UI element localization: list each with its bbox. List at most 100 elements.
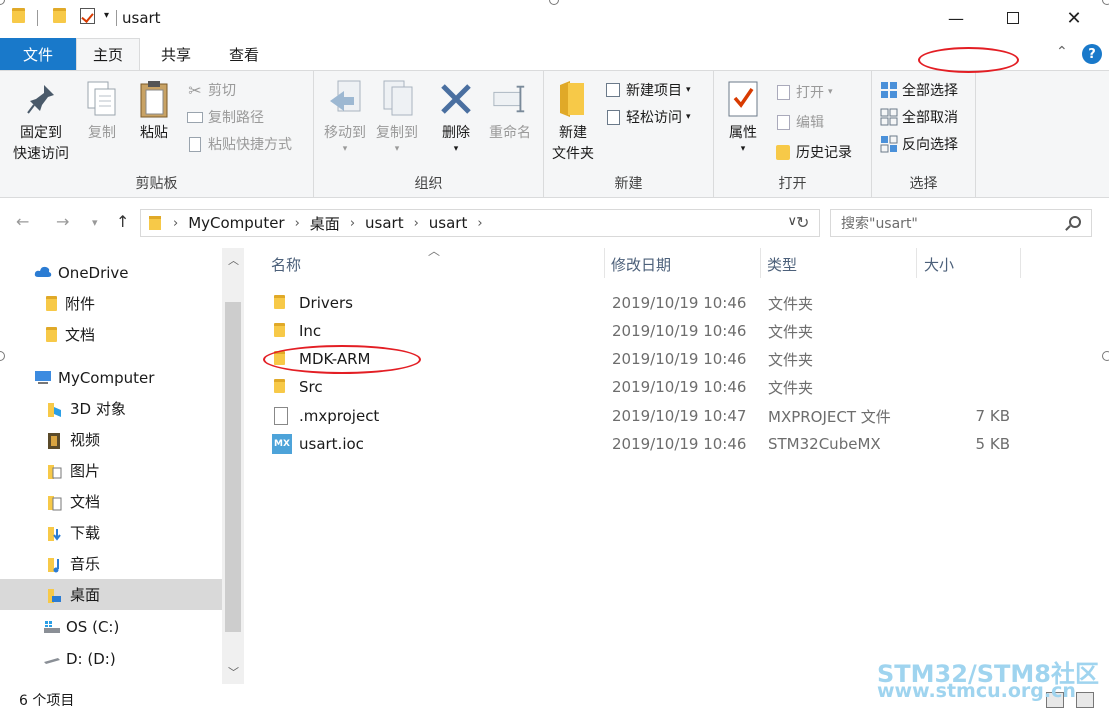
breadcrumb-desktop[interactable]: 桌面	[310, 213, 340, 234]
address-bar[interactable]: › MyComputer › 桌面 › usart › usart › ∨	[140, 209, 820, 237]
breadcrumb-chevron-icon[interactable]: ›	[350, 216, 355, 231]
search-placeholder: 搜索"usart"	[841, 216, 918, 232]
copy-to-button[interactable]: 复制到 ▾	[372, 79, 422, 154]
nav-item-desktop[interactable]: 桌面	[0, 579, 222, 610]
properties-quick-icon[interactable]	[80, 8, 95, 24]
nav-label: OS (C:)	[66, 617, 120, 636]
folder-icon	[274, 295, 285, 309]
search-box[interactable]: 搜索"usart"	[830, 209, 1092, 237]
column-header-date[interactable]: 修改日期	[611, 254, 671, 275]
forward-arrow-icon[interactable]: →	[56, 212, 69, 231]
tab-file[interactable]: 文件	[0, 38, 76, 70]
computer-icon	[34, 370, 51, 386]
refresh-icon[interactable]: ↻	[796, 213, 809, 232]
help-icon[interactable]: ?	[1082, 44, 1102, 64]
column-divider[interactable]	[604, 248, 605, 278]
column-header-name[interactable]: 名称	[271, 254, 301, 275]
drive-d-icon	[42, 651, 60, 667]
breadcrumb-chevron-icon[interactable]: ›	[173, 216, 178, 231]
easy-access-button[interactable]: 轻松访问 ▾	[604, 106, 691, 128]
recent-locations-chevron-icon[interactable]: ▾	[92, 216, 98, 229]
file-row[interactable]: .mxproject 2019/10/19 10:47 MXPROJECT 文件…	[270, 402, 1050, 430]
open-button[interactable]: 打开 ▾	[774, 81, 833, 103]
new-folder-button[interactable]: 新建 文件夹	[548, 79, 598, 165]
column-header-type[interactable]: 类型	[767, 254, 797, 275]
column-divider[interactable]	[1020, 248, 1021, 278]
pin-to-quick-access-button[interactable]: 固定到 快速访问	[10, 79, 72, 165]
file-row[interactable]: Drivers 2019/10/19 10:46 文件夹	[270, 289, 1050, 317]
nav-label: 视频	[70, 431, 101, 449]
scroll-up-icon[interactable]: ︿	[228, 252, 239, 268]
nav-item-attachments[interactable]: 附件	[0, 288, 222, 319]
search-icon[interactable]	[1069, 216, 1081, 228]
rename-icon	[492, 79, 528, 119]
nav-item-3d-objects[interactable]: 3D 对象	[0, 393, 222, 424]
nav-item-pictures[interactable]: 图片	[0, 455, 222, 486]
delete-dropdown-icon: ▾	[453, 144, 459, 154]
breadcrumb-chevron-icon[interactable]: ›	[295, 216, 300, 231]
copy-button[interactable]: 复制	[80, 79, 124, 144]
tab-view[interactable]: 查看	[212, 38, 276, 70]
select-all-button[interactable]: 全部选择	[880, 79, 958, 101]
nav-label: D: (D:)	[66, 649, 116, 668]
file-row[interactable]: Inc 2019/10/19 10:46 文件夹	[270, 317, 1050, 345]
up-arrow-icon[interactable]: ↑	[116, 212, 129, 231]
breadcrumb-chevron-icon[interactable]: ›	[477, 216, 482, 231]
documents-icon	[46, 494, 62, 510]
new-item-icon	[604, 81, 622, 99]
paste-button[interactable]: 粘贴	[132, 79, 176, 144]
move-to-button[interactable]: 移动到 ▾	[320, 79, 370, 154]
maximize-button[interactable]	[983, 0, 1043, 36]
tab-home[interactable]: 主页	[76, 38, 140, 70]
invert-selection-button[interactable]: 反向选择	[880, 133, 958, 155]
nav-label: 文档	[70, 493, 101, 511]
collapse-ribbon-icon[interactable]: ⌃	[1056, 44, 1068, 60]
move-to-icon	[327, 79, 363, 119]
breadcrumb-usart-current[interactable]: usart	[429, 214, 468, 232]
paste-shortcut-icon	[186, 135, 204, 153]
nav-item-documents[interactable]: 文档	[0, 486, 222, 517]
new-folder-label-line1: 新建	[559, 125, 587, 141]
scroll-down-icon[interactable]: ﹀	[228, 664, 239, 680]
file-row[interactable]: MX usart.ioc 2019/10/19 10:46 STM32CubeM…	[270, 430, 1050, 458]
tab-share[interactable]: 共享	[144, 38, 208, 70]
history-button[interactable]: 历史记录	[774, 141, 852, 163]
rename-button[interactable]: 重命名	[484, 79, 536, 144]
nav-item-downloads[interactable]: 下载	[0, 517, 222, 548]
paste-shortcut-button[interactable]: 粘贴快捷方式	[186, 133, 292, 155]
nav-scrollbar[interactable]: ︿ ﹀	[222, 248, 244, 684]
breadcrumb-chevron-icon[interactable]: ›	[414, 216, 419, 231]
copy-path-button[interactable]: 复制路径	[186, 106, 264, 128]
delete-button[interactable]: 删除 ▾	[434, 79, 478, 154]
back-arrow-icon[interactable]: ←	[16, 212, 29, 231]
close-button[interactable]: ✕	[1044, 0, 1104, 36]
nav-item-onedrive[interactable]: OneDrive	[0, 257, 222, 288]
sort-ascending-icon: ︿	[428, 244, 441, 258]
easy-access-label: 轻松访问	[626, 110, 682, 126]
nav-item-music[interactable]: 音乐	[0, 548, 222, 579]
nav-label: 附件	[65, 295, 96, 313]
breadcrumb-mycomputer[interactable]: MyComputer	[188, 214, 284, 232]
cut-button[interactable]: ✂ 剪切	[186, 79, 236, 101]
column-divider[interactable]	[760, 248, 761, 278]
file-row[interactable]: Src 2019/10/19 10:46 文件夹	[270, 373, 1050, 401]
properties-button[interactable]: 属性 ▾	[722, 79, 764, 154]
nav-item-mycomputer[interactable]: MyComputer	[0, 362, 222, 393]
nav-item-drive-d[interactable]: D: (D:)	[0, 643, 222, 674]
large-icons-view-icon[interactable]	[1076, 692, 1094, 708]
nav-item-onedrive-documents[interactable]: 文档	[0, 319, 222, 350]
new-folder-quick-icon[interactable]	[53, 8, 66, 23]
new-item-button[interactable]: 新建项目 ▾	[604, 79, 691, 101]
breadcrumb-usart[interactable]: usart	[365, 214, 404, 232]
minimize-button[interactable]: —	[926, 0, 986, 36]
delete-label: 删除	[442, 125, 470, 141]
resize-handle[interactable]	[1102, 351, 1109, 361]
select-none-button[interactable]: 全部取消	[880, 106, 958, 128]
nav-scrollbar-thumb[interactable]	[225, 302, 241, 632]
customize-quick-access-chevron-icon[interactable]: ▾	[104, 10, 109, 21]
edit-button[interactable]: 编辑	[774, 111, 824, 133]
column-divider[interactable]	[916, 248, 917, 278]
column-header-size[interactable]: 大小	[924, 254, 954, 275]
nav-item-videos[interactable]: 视频	[0, 424, 222, 455]
nav-item-drive-c[interactable]: OS (C:)	[0, 611, 222, 642]
